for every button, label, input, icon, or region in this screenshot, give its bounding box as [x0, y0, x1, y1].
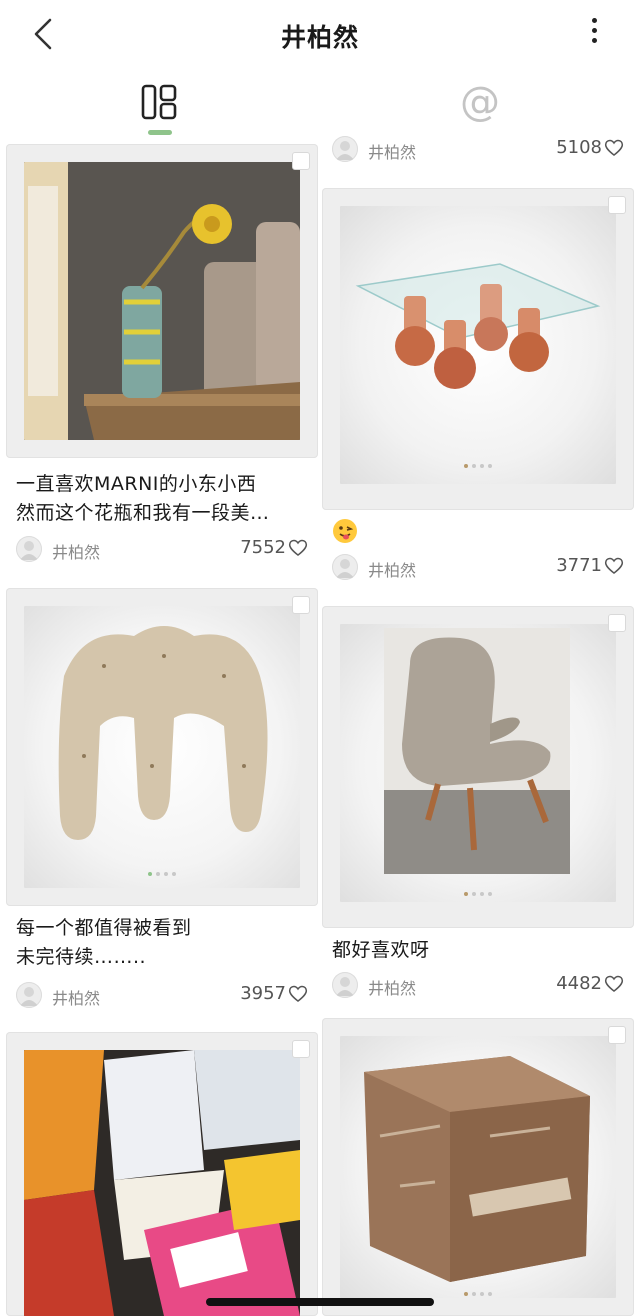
select-checkbox[interactable]	[292, 152, 310, 170]
author-name[interactable]: 井柏然	[368, 139, 416, 163]
avatar[interactable]	[332, 136, 358, 162]
author-name[interactable]: 井柏然	[52, 985, 100, 1009]
photo-frame	[322, 188, 634, 510]
content-tabs: @	[0, 78, 640, 138]
author-name[interactable]: 井柏然	[368, 975, 416, 999]
select-checkbox[interactable]	[608, 196, 626, 214]
photo-frame	[322, 606, 634, 928]
page-title: 井柏然	[280, 23, 359, 52]
like-count: 3957	[240, 983, 286, 1004]
image-pager-dots	[322, 1292, 634, 1296]
note-meta: 井柏然 3957	[16, 980, 308, 1010]
note-image	[340, 1036, 616, 1298]
note-title-line: 然而这个花瓶和我有一段美…	[16, 502, 270, 524]
author-name[interactable]: 井柏然	[52, 539, 100, 563]
note-meta: 井柏然 3771	[332, 552, 624, 582]
heart-icon[interactable]	[604, 556, 624, 576]
note-image	[24, 606, 300, 888]
avatar[interactable]	[16, 982, 42, 1008]
select-checkbox[interactable]	[608, 614, 626, 632]
active-tab-indicator	[148, 130, 172, 135]
at-sign-icon: @	[460, 79, 500, 125]
note-card[interactable]: 都好喜欢呀 井柏然 4482	[322, 606, 634, 1006]
note-title: 一直喜欢MARNI的小东小西 然而这个花瓶和我有一段美…	[16, 470, 312, 528]
heart-icon[interactable]	[604, 974, 624, 994]
avatar[interactable]	[16, 536, 42, 562]
photo-frame	[6, 588, 318, 906]
select-checkbox[interactable]	[292, 596, 310, 614]
like-count: 5108	[556, 137, 602, 158]
photo-frame	[6, 1032, 318, 1316]
like-count: 4482	[556, 973, 602, 994]
note-title: 都好喜欢呀	[332, 939, 430, 961]
heart-icon[interactable]	[288, 538, 308, 558]
author-name[interactable]: 井柏然	[368, 557, 416, 581]
avatar[interactable]	[332, 554, 358, 580]
note-meta: 井柏然 7552	[16, 534, 308, 564]
note-title-line: 一直喜欢MARNI的小东小西	[16, 473, 257, 495]
note-image	[340, 624, 616, 902]
tab-mentions[interactable]: @	[450, 78, 510, 138]
home-indicator[interactable]	[206, 1298, 434, 1306]
like-count: 3771	[556, 555, 602, 576]
tab-notes[interactable]	[130, 78, 190, 138]
note-image	[24, 162, 300, 440]
image-pager-dots	[322, 892, 634, 896]
note-image	[340, 206, 616, 484]
heart-icon[interactable]	[288, 984, 308, 1004]
note-card[interactable]: 每一个都值得被看到 未完待续…….. 井柏然 3957	[6, 588, 318, 1012]
photo-frame	[322, 1018, 634, 1316]
select-checkbox[interactable]	[292, 1040, 310, 1058]
more-options-button[interactable]	[586, 18, 602, 50]
note-title-line: 每一个都值得被看到	[16, 917, 192, 939]
grid-layout-icon	[141, 84, 177, 120]
note-card[interactable]: 井柏然 3771	[322, 188, 634, 588]
photo-frame	[6, 144, 318, 458]
note-card[interactable]: 一直喜欢MARNI的小东小西 然而这个花瓶和我有一段美… 井柏然 7552	[6, 144, 318, 568]
heart-icon[interactable]	[604, 138, 624, 158]
note-meta: 井柏然 5108	[332, 134, 624, 164]
note-meta: 井柏然 4482	[332, 970, 624, 1000]
note-title-line: 未完待续……..	[16, 946, 147, 968]
note-title: 每一个都值得被看到 未完待续……..	[16, 914, 312, 972]
vertical-ellipsis-icon	[591, 18, 597, 23]
note-image	[24, 1050, 300, 1316]
like-count: 7552	[240, 537, 286, 558]
image-pager-dots	[6, 872, 318, 876]
note-card[interactable]	[6, 1032, 318, 1316]
avatar[interactable]	[332, 972, 358, 998]
note-card[interactable]	[322, 1018, 634, 1316]
tongue-out-emoji	[332, 518, 372, 548]
top-bar: 井柏然	[0, 0, 640, 70]
image-pager-dots	[322, 464, 634, 468]
select-checkbox[interactable]	[608, 1026, 626, 1044]
